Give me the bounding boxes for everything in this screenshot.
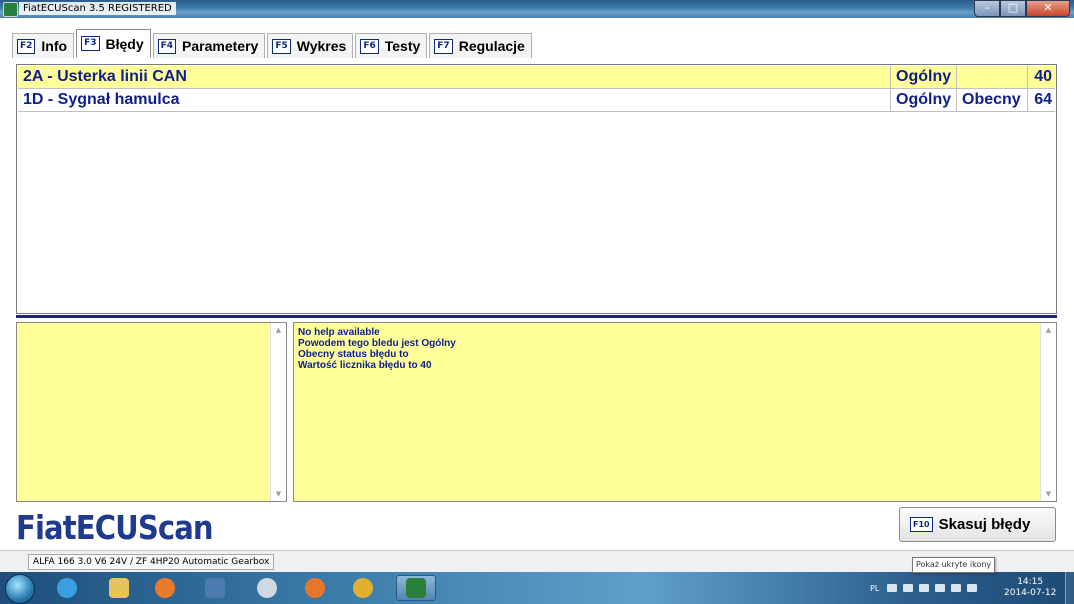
tab-label: Parametery xyxy=(182,38,259,54)
fault-type: Ogólny xyxy=(891,89,957,111)
fiatecuscan-logo: FiatECUScan xyxy=(16,508,214,547)
window-controls: – □ ✕ xyxy=(974,0,1070,17)
help-line: Powodem tego bledu jest Ogólny xyxy=(298,338,456,349)
tab-parametery[interactable]: F4 Parametery xyxy=(152,33,266,58)
safari-icon[interactable] xyxy=(250,575,284,601)
fault-table: 2A - Usterka linii CAN Ogólny 40 1D - Sy… xyxy=(16,64,1057,314)
control-icon[interactable] xyxy=(198,575,232,601)
section-divider xyxy=(16,315,1057,318)
fault-info-pane[interactable]: ▲ ▼ xyxy=(16,322,287,502)
fault-row[interactable]: 2A - Usterka linii CAN Ogólny 40 xyxy=(18,66,1055,89)
right-pane-scrollbar[interactable]: ▲ ▼ xyxy=(1040,323,1056,501)
fault-status: Obecny xyxy=(957,89,1028,111)
tab-bledy[interactable]: F3 Błędy xyxy=(76,29,151,58)
tab-info[interactable]: F2 Info xyxy=(12,33,75,58)
volume-icon[interactable] xyxy=(967,584,978,592)
tab-label: Wykres xyxy=(296,38,347,54)
title-bar: FiatECUScan 3.5 REGISTERED – □ ✕ xyxy=(0,0,1074,18)
flag-icon[interactable] xyxy=(919,584,930,592)
tab-testy[interactable]: F6 Testy xyxy=(355,33,428,58)
clear-faults-label: Skasuj błędy xyxy=(938,516,1031,533)
media-player-icon[interactable] xyxy=(148,575,182,601)
scroll-down-icon[interactable]: ▼ xyxy=(271,487,286,501)
fault-count: 64 xyxy=(1034,91,1052,108)
clock[interactable]: 14:15 2014-07-12 xyxy=(1004,577,1056,599)
fkey-badge: F7 xyxy=(434,38,453,54)
keyboard-icon[interactable] xyxy=(887,584,898,592)
fkey-badge: F6 xyxy=(360,38,379,54)
window-title: FiatECUScan 3.5 REGISTERED xyxy=(19,2,176,15)
help-text: No help available Powodem tego bledu jes… xyxy=(298,327,456,371)
scroll-up-icon[interactable]: ▲ xyxy=(1041,323,1056,337)
clock-time: 14:15 xyxy=(1017,577,1044,587)
battery-icon[interactable] xyxy=(935,584,946,592)
app-window: F2 Info F3 Błędy F4 Parametery F5 Wykres… xyxy=(0,18,1074,550)
show-hidden-icons-icon[interactable] xyxy=(903,584,914,592)
tooltip: Pokaż ukryte ikony xyxy=(912,557,996,573)
language-indicator[interactable]: PL xyxy=(870,584,879,593)
help-line: Obecny status błędu to xyxy=(298,349,409,360)
show-desktop-button[interactable] xyxy=(1065,572,1074,604)
vehicle-info: ALFA 166 3.0 V6 24V / ZF 4HP20 Automatic… xyxy=(28,554,275,570)
tab-label: Błędy xyxy=(105,35,144,52)
clock-date: 2014-07-12 xyxy=(1004,588,1057,598)
fault-description: 1D - Sygnał hamulca xyxy=(18,89,891,111)
fault-help-pane[interactable]: No help available Powodem tego bledu jes… xyxy=(293,322,1057,502)
taskbar: PL 14:15 2014-07-12 xyxy=(0,572,1074,604)
firefox-icon[interactable] xyxy=(298,575,332,601)
help-line: Wartość licznika błędu to 40 xyxy=(298,360,432,371)
app-icon xyxy=(3,2,18,17)
tab-label: Testy xyxy=(384,38,421,54)
fkey-badge: F4 xyxy=(157,38,177,54)
internet-explorer-icon[interactable] xyxy=(50,575,84,601)
network-icon[interactable] xyxy=(951,584,962,592)
tab-label: Regulacje xyxy=(458,38,525,54)
start-button[interactable] xyxy=(5,574,35,604)
file-explorer-icon[interactable] xyxy=(102,575,136,601)
scroll-up-icon[interactable]: ▲ xyxy=(271,323,286,337)
fault-row[interactable]: 1D - Sygnał hamulca Ogólny Obecny 64 xyxy=(18,89,1055,112)
fiatecuscan-taskbar-icon[interactable] xyxy=(396,575,436,601)
fault-status xyxy=(957,66,1028,88)
tab-wykres[interactable]: F5 Wykres xyxy=(267,33,354,58)
help-line: No help available xyxy=(298,327,380,338)
tab-regulacje[interactable]: F7 Regulacje xyxy=(429,33,532,58)
fault-count: 40 xyxy=(1034,68,1052,85)
tab-label: Info xyxy=(41,38,68,54)
left-pane-scrollbar[interactable]: ▲ ▼ xyxy=(270,323,286,501)
fkey-badge: F10 xyxy=(910,517,933,532)
fault-description: 2A - Usterka linii CAN xyxy=(18,66,891,88)
scroll-down-icon[interactable]: ▼ xyxy=(1041,487,1056,501)
system-tray: PL xyxy=(870,576,983,600)
close-button[interactable]: ✕ xyxy=(1026,0,1070,17)
chrome-icon[interactable] xyxy=(346,575,380,601)
fkey-badge: F5 xyxy=(272,38,291,54)
clear-faults-button[interactable]: F10 Skasuj błędy xyxy=(899,507,1056,542)
minimize-button[interactable]: – xyxy=(974,0,1000,17)
maximize-button[interactable]: □ xyxy=(1000,0,1026,17)
fkey-badge: F3 xyxy=(81,36,100,51)
fault-type: Ogólny xyxy=(891,66,957,88)
fkey-badge: F2 xyxy=(17,38,36,54)
tab-bar: F2 Info F3 Błędy F4 Parametery F5 Wykres… xyxy=(12,29,534,58)
